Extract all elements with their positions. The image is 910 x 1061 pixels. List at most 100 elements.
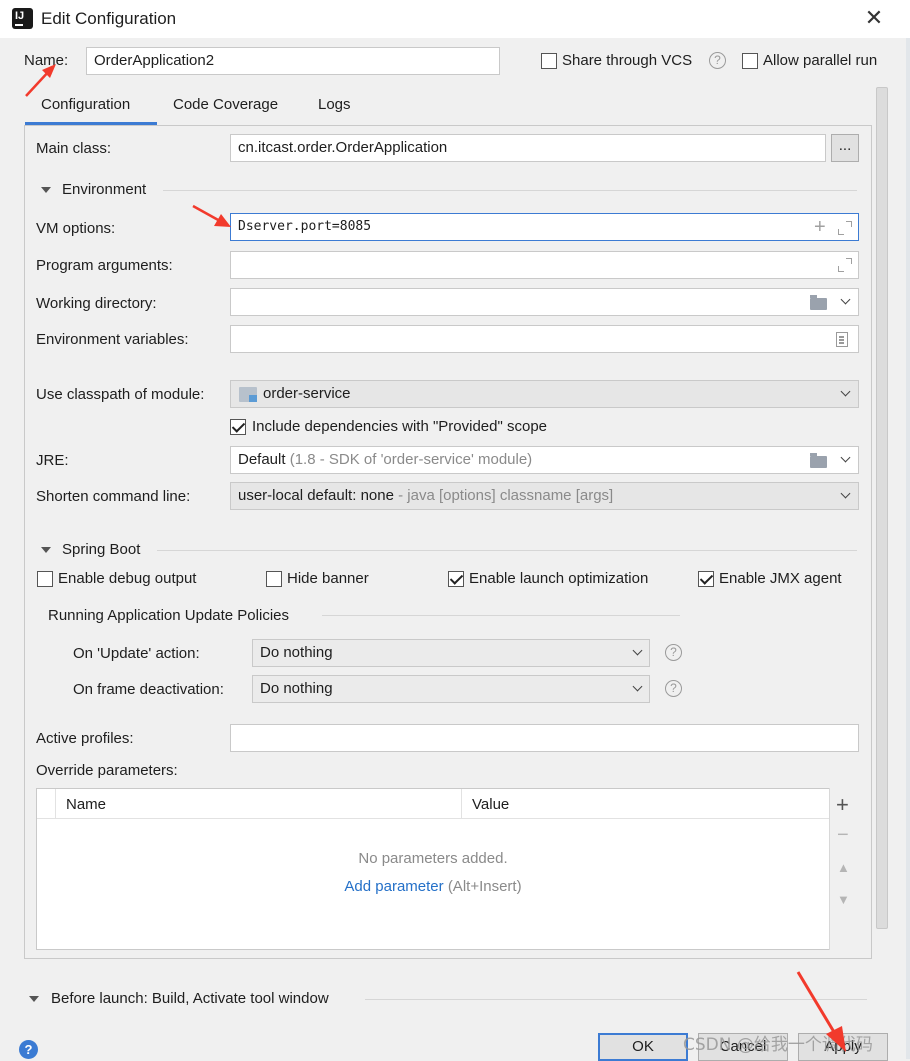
main-class-input[interactable]: cn.itcast.order.OrderApplication: [230, 134, 826, 162]
app-icon-text: IJ: [15, 10, 25, 22]
before-launch-separator: [365, 999, 867, 1000]
chevron-down-icon: [632, 645, 643, 656]
shorten-command-line-select[interactable]: user-local default: none - java [options…: [230, 482, 859, 510]
shorten-command-line-label: Shorten command line:: [36, 488, 191, 505]
move-up-icon[interactable]: ▲: [837, 860, 850, 875]
enable-launch-optimization-checkbox[interactable]: [448, 571, 464, 587]
ok-button[interactable]: OK: [598, 1033, 688, 1061]
active-profiles-input[interactable]: [230, 724, 859, 752]
allow-parallel-checkbox[interactable]: [742, 53, 758, 69]
folder-icon[interactable]: [810, 295, 827, 310]
expand-icon[interactable]: [838, 221, 852, 235]
window-title: Edit Configuration: [41, 9, 177, 28]
working-directory-input[interactable]: [230, 288, 859, 316]
chevron-down-icon[interactable]: [840, 294, 851, 305]
override-parameters-table: Name Value No parameters added. Add para…: [36, 788, 859, 950]
enable-jmx-agent-checkbox[interactable]: [698, 571, 714, 587]
shorten-value-main: user-local default: none: [238, 487, 394, 504]
include-provided-label: Include dependencies with "Provided" sco…: [252, 418, 548, 435]
table-header: [37, 789, 829, 819]
folder-icon[interactable]: [810, 453, 827, 468]
shorten-value-detail: - java [options] classname [args]: [398, 487, 614, 504]
add-parameter-row: Add parameter (Alt+Insert): [37, 878, 829, 895]
main-class-browse-button[interactable]: ...: [831, 134, 859, 162]
chevron-down-icon[interactable]: [840, 452, 851, 463]
table-header-divider: [461, 789, 462, 819]
jre-value-detail: (1.8 - SDK of 'order-service' module): [289, 451, 533, 468]
chevron-down-icon: [840, 386, 851, 397]
program-arguments-input[interactable]: [230, 251, 859, 279]
update-action-select[interactable]: Do nothing: [252, 639, 650, 667]
hide-banner-checkbox[interactable]: [266, 571, 282, 587]
update-action-value: Do nothing: [260, 644, 333, 661]
working-directory-label: Working directory:: [36, 295, 157, 312]
spring-boot-collapse-icon[interactable]: [41, 547, 51, 553]
empty-table-text: No parameters added.: [358, 850, 508, 867]
allow-parallel-label: Allow parallel run: [763, 52, 878, 69]
include-provided-checkbox[interactable]: [230, 419, 246, 435]
policies-separator: [322, 615, 680, 616]
column-name-header[interactable]: Name: [66, 796, 106, 813]
jre-value-main: Default: [238, 451, 286, 468]
add-row-icon[interactable]: +: [836, 792, 849, 818]
main-class-label: Main class:: [36, 140, 112, 157]
spring-boot-separator: [157, 550, 857, 551]
close-icon[interactable]: ✕: [862, 6, 886, 30]
intellij-app-icon: IJ: [10, 6, 33, 29]
vm-options-input[interactable]: Dserver.port=8085 +: [230, 213, 859, 241]
enable-jmx-agent-label: Enable JMX agent: [719, 570, 842, 587]
update-action-label: On 'Update' action:: [73, 645, 200, 662]
classpath-module-select[interactable]: order-service: [230, 380, 859, 408]
environment-collapse-icon[interactable]: [41, 187, 51, 193]
enable-launch-optimization-label: Enable launch optimization: [469, 570, 649, 587]
active-profiles-label: Active profiles:: [36, 730, 134, 747]
hide-banner-label: Hide banner: [287, 570, 369, 587]
chevron-down-icon: [632, 681, 643, 692]
frame-deactivation-help-icon[interactable]: ?: [665, 680, 682, 697]
jre-select[interactable]: Default (1.8 - SDK of 'order-service' mo…: [230, 446, 859, 474]
classpath-module-label: Use classpath of module:: [36, 386, 205, 403]
remove-row-icon[interactable]: −: [837, 824, 849, 847]
update-action-help-icon[interactable]: ?: [665, 644, 682, 661]
add-parameter-link[interactable]: Add parameter: [344, 878, 443, 895]
table-toolbar: + − ▲ ▼: [829, 788, 859, 950]
annotation-arrow-name: [25, 64, 56, 97]
name-input[interactable]: OrderApplication2: [86, 47, 500, 75]
before-launch-collapse-icon[interactable]: [29, 996, 39, 1002]
add-vm-option-icon[interactable]: +: [814, 217, 826, 237]
module-icon: [239, 387, 257, 402]
share-vcs-label: Share through VCS: [562, 52, 693, 69]
tab-code-coverage[interactable]: Code Coverage: [173, 96, 278, 113]
share-vcs-checkbox[interactable]: [541, 53, 557, 69]
vm-options-value: Dserver.port=8085: [238, 219, 372, 234]
environment-separator: [163, 190, 857, 191]
annotation-arrow-vm-options: [192, 204, 231, 227]
help-icon[interactable]: ?: [19, 1040, 38, 1059]
frame-deactivation-value: Do nothing: [260, 680, 333, 697]
before-launch-label: Before launch: Build, Activate tool wind…: [51, 990, 329, 1007]
chevron-down-icon: [840, 488, 851, 499]
name-input-value: OrderApplication2: [94, 52, 215, 69]
override-parameters-label: Override parameters:: [36, 762, 178, 779]
frame-deactivation-select[interactable]: Do nothing: [252, 675, 650, 703]
spring-boot-section-title: Spring Boot: [62, 541, 141, 558]
vertical-scrollbar[interactable]: [876, 87, 888, 929]
share-vcs-help-icon[interactable]: ?: [709, 52, 726, 69]
edit-variables-icon[interactable]: [836, 332, 848, 347]
jre-value: Default (1.8 - SDK of 'order-service' mo…: [238, 451, 532, 468]
environment-section-title: Environment: [62, 181, 147, 198]
annotation-arrow-apply: [796, 971, 846, 1052]
frame-deactivation-label: On frame deactivation:: [73, 681, 224, 698]
update-policies-title: Running Application Update Policies: [48, 607, 289, 624]
move-down-icon[interactable]: ▼: [837, 892, 850, 907]
tab-logs[interactable]: Logs: [318, 96, 351, 113]
environment-variables-input[interactable]: [230, 325, 859, 353]
enable-debug-output-label: Enable debug output: [58, 570, 197, 587]
classpath-module-value: order-service: [263, 385, 351, 402]
vm-options-label: VM options:: [36, 220, 116, 237]
jre-label: JRE:: [36, 452, 69, 469]
expand-icon[interactable]: [838, 258, 852, 272]
column-value-header[interactable]: Value: [472, 796, 509, 813]
environment-variables-label: Environment variables:: [36, 331, 189, 348]
enable-debug-output-checkbox[interactable]: [37, 571, 53, 587]
